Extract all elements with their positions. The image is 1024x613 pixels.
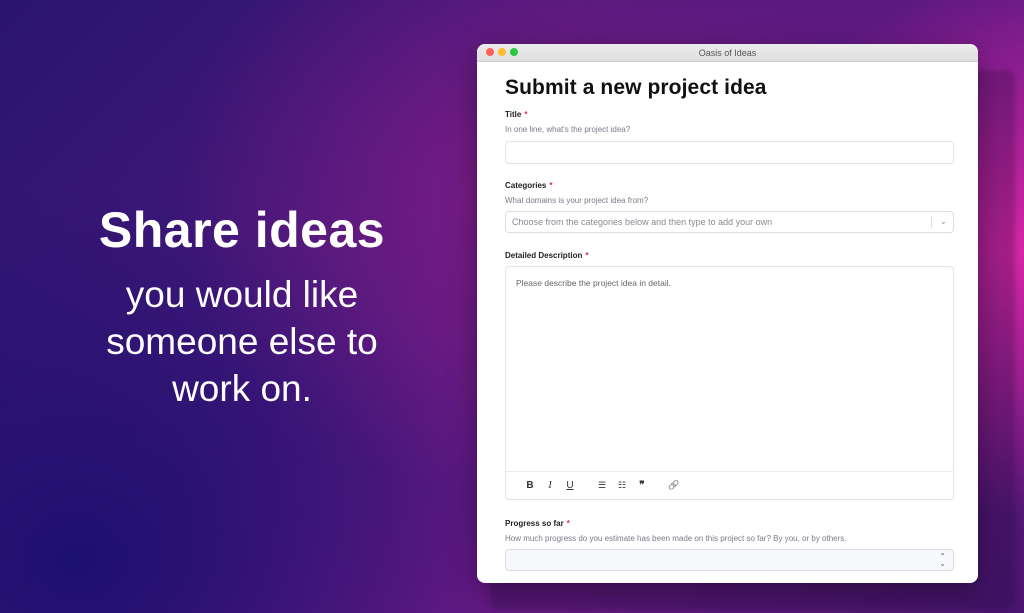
categories-label: Categories * [505,181,954,190]
required-mark: * [549,181,553,190]
window-titlebar[interactable]: Oasis of Ideas [477,44,978,62]
categories-placeholder: Choose from the categories below and the… [512,217,773,227]
description-editor[interactable]: Please describe the project idea in deta… [505,266,954,500]
chevron-down-icon[interactable]: ⌄ [939,216,947,227]
minimize-window-button[interactable] [498,48,506,56]
underline-button[interactable]: U [560,480,580,491]
link-button[interactable]: 🔗 [664,480,684,491]
required-mark: * [524,110,528,119]
description-label-text: Detailed Description [505,251,583,260]
progress-select[interactable]: ⌃ ⌄ [505,549,954,571]
window-title: Oasis of Ideas [698,48,757,58]
categories-label-text: Categories [505,181,547,190]
description-placeholder: Please describe the project idea in deta… [516,278,671,288]
app-window: Oasis of Ideas Submit a new project idea… [477,44,978,583]
progress-help: How much progress do you estimate has be… [505,534,847,543]
title-label-text: Title [505,110,522,119]
editor-toolbar: B I U ☰ ☷ ❞ 🔗 [506,471,953,499]
bold-button[interactable]: B [520,480,540,491]
categories-help: What domains is your project idea from? [505,196,649,205]
maximize-window-button[interactable] [510,48,518,56]
title-help: In one line, what's the project idea? [505,125,631,134]
bullet-list-button[interactable]: ☰ [592,480,612,491]
hero-subtitle: you would like someone else to work on. [106,274,378,409]
form-content: Submit a new project idea Title * In one … [477,62,978,571]
description-label: Detailed Description * [505,251,954,260]
numbered-list-button[interactable]: ☷ [612,480,632,491]
title-input[interactable] [505,141,954,164]
select-divider [931,216,932,228]
italic-button[interactable]: I [540,480,560,491]
progress-label-text: Progress so far [505,519,564,528]
required-mark: * [566,519,570,528]
hero-section: Share ideas you would like someone else … [60,195,424,412]
updown-chevron-icon: ⌃ ⌄ [939,552,946,568]
categories-select[interactable]: Choose from the categories below and the… [505,211,954,233]
title-label: Title * [505,110,954,119]
progress-label: Progress so far * [505,519,954,528]
required-mark: * [585,251,589,260]
quote-button[interactable]: ❞ [632,480,652,491]
hero-title: Share ideas [98,202,386,258]
close-window-button[interactable] [486,48,494,56]
form-heading: Submit a new project idea [505,76,767,99]
